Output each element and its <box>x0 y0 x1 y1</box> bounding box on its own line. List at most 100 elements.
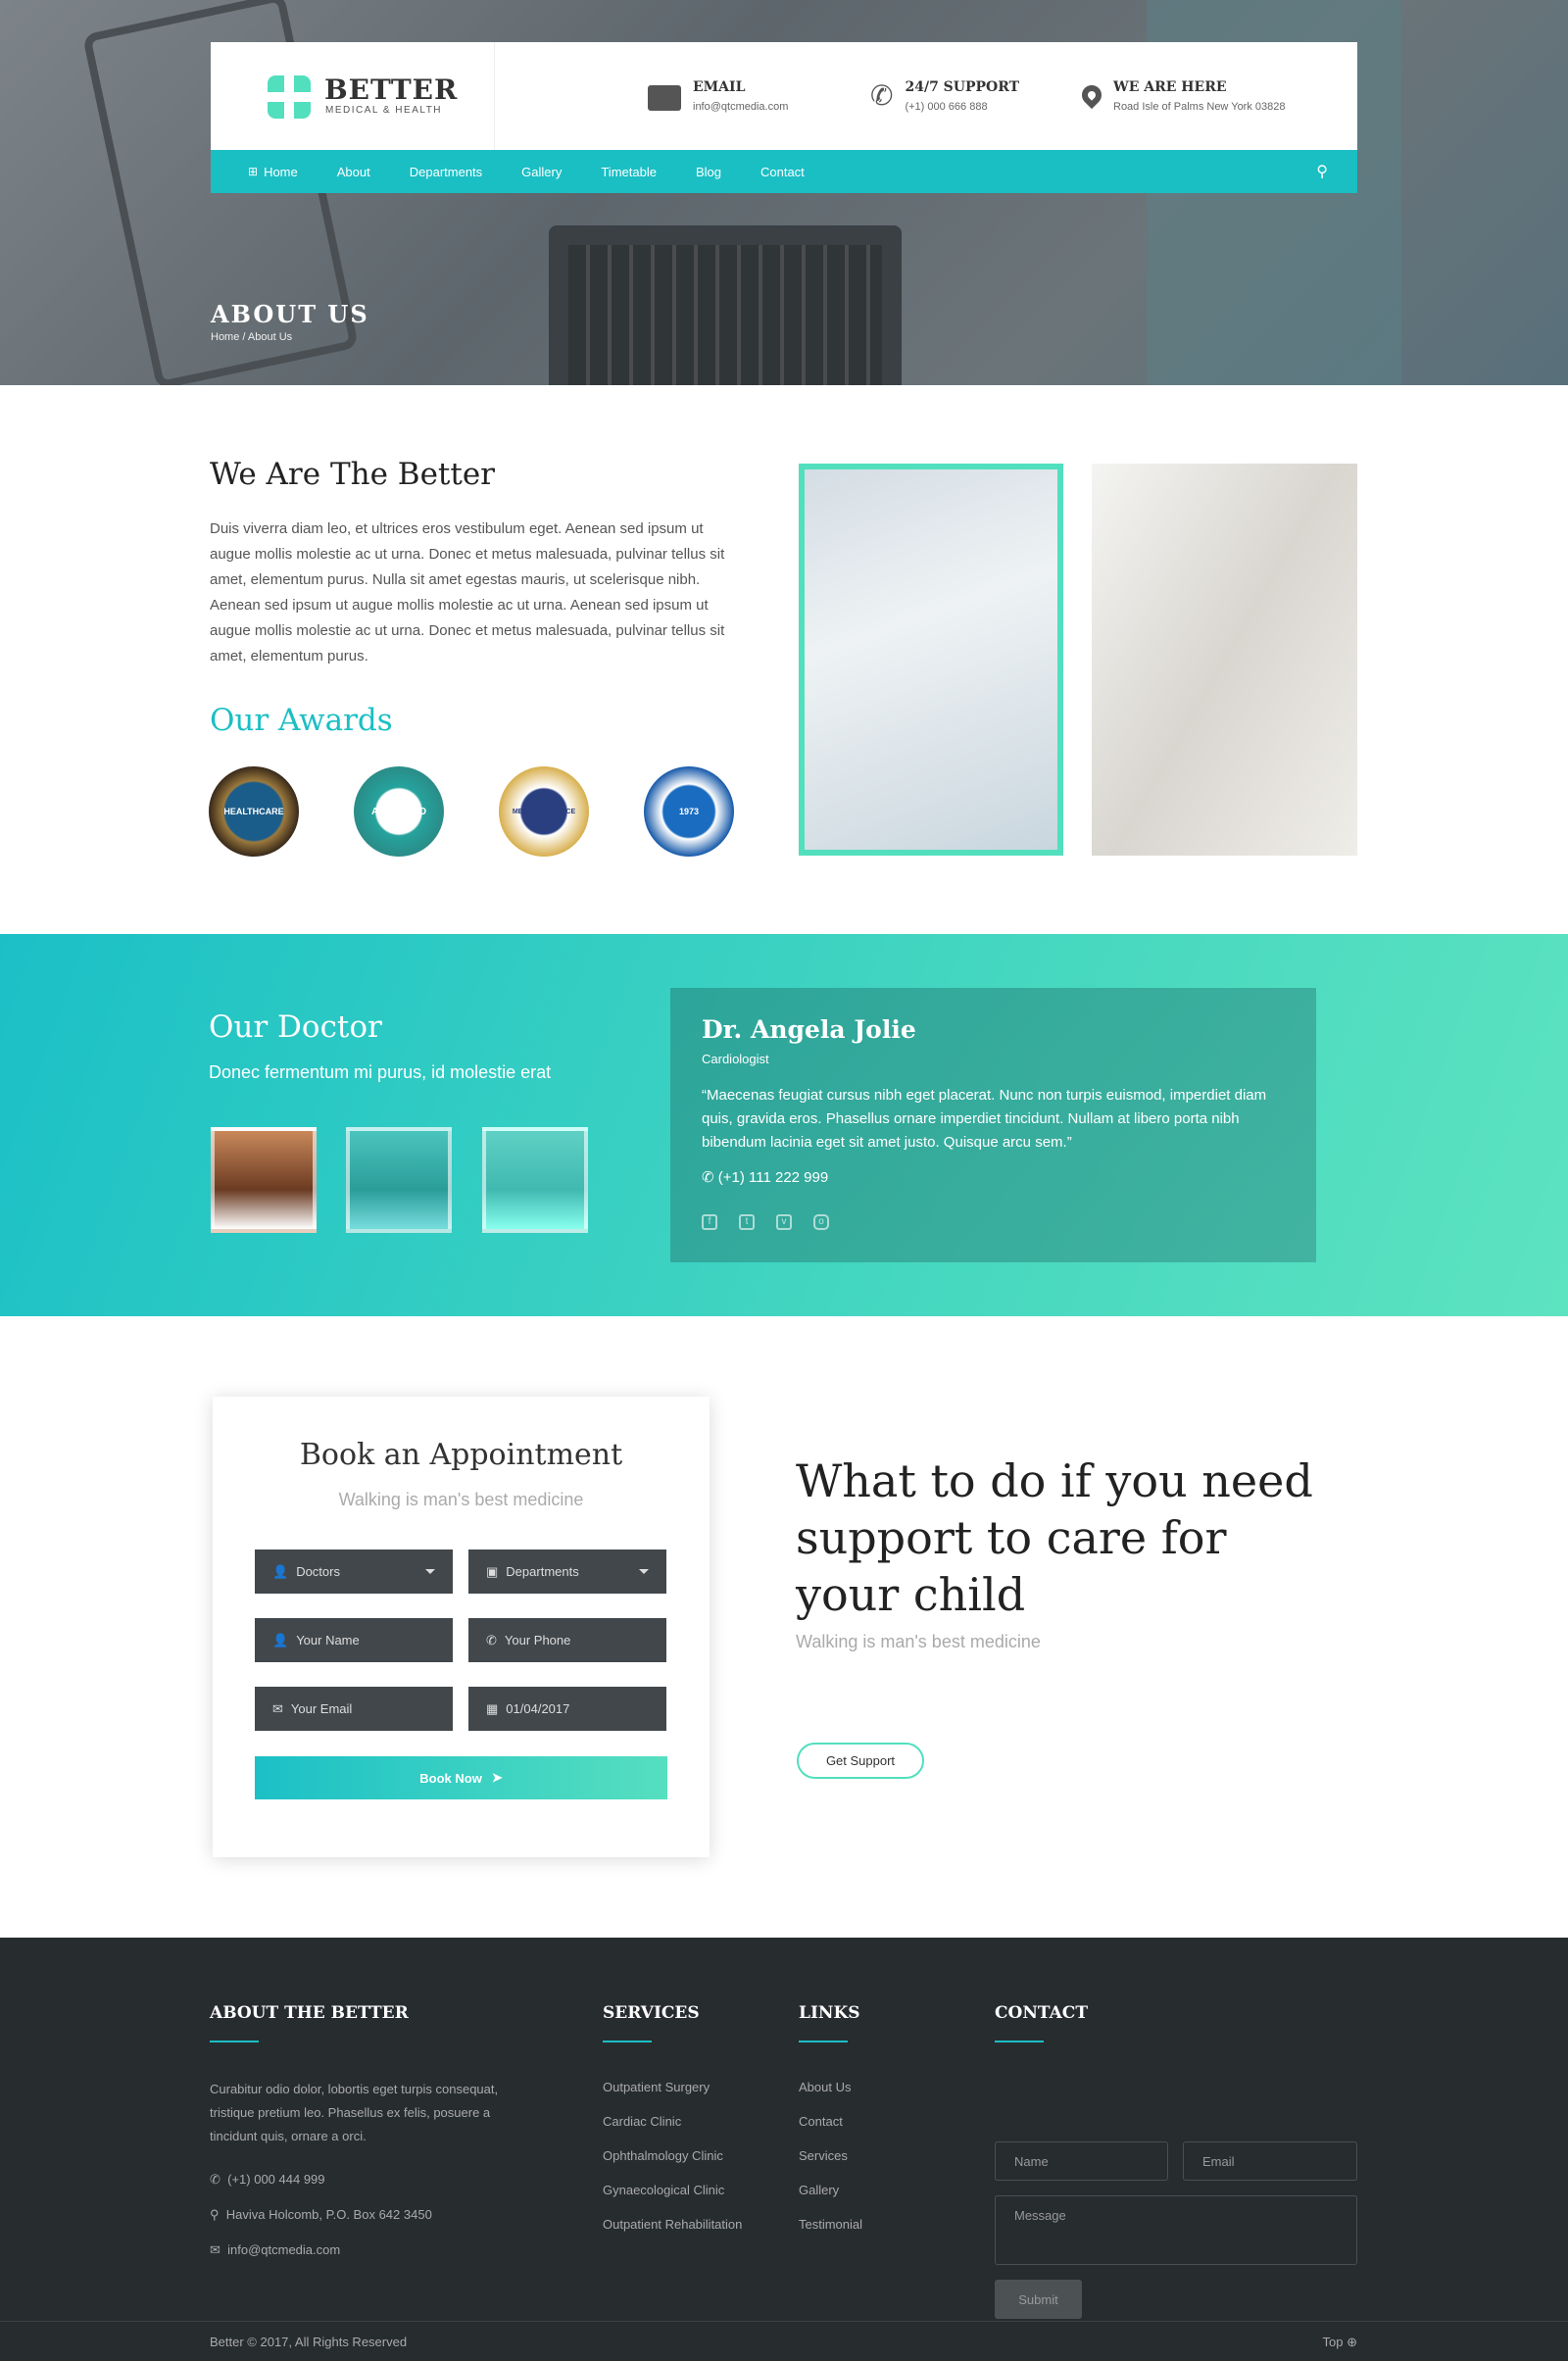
support-title: 24/7 SUPPORT <box>905 79 1020 95</box>
map-pin-icon: ⚲ <box>210 2207 226 2222</box>
footer-about-title: ABOUT THE BETTER <box>210 2003 409 2023</box>
name-input[interactable]: 👤 Your Name <box>255 1618 453 1662</box>
divider <box>799 2041 848 2042</box>
footer-link[interactable]: Services <box>799 2148 862 2163</box>
calendar-icon: ▦ <box>486 1700 499 1716</box>
date-value: 01/04/2017 <box>506 1701 570 1716</box>
awards-title: Our Awards <box>210 703 393 738</box>
map-pin-icon <box>1077 80 1106 110</box>
footer-contact-title: CONTACT <box>995 2003 1088 2023</box>
phone-icon: ✆ <box>870 80 894 111</box>
footer-message-input[interactable]: Message <box>995 2195 1357 2265</box>
footer-link[interactable]: Gallery <box>799 2183 862 2197</box>
footer-name-input[interactable]: Name <box>995 2141 1168 2181</box>
nav-departments[interactable]: Departments <box>410 165 482 179</box>
doctor-thumbnail[interactable] <box>211 1127 317 1233</box>
breadcrumb[interactable]: Home / About Us <box>211 331 292 343</box>
book-now-button[interactable]: Book Now ➤ <box>255 1756 667 1799</box>
doctor-thumbnail[interactable] <box>482 1127 588 1233</box>
email-input[interactable]: ✉ Your Email <box>255 1687 453 1731</box>
appointment-title: Book an Appointment <box>299 1438 623 1472</box>
footer-link[interactable]: Contact <box>799 2114 862 2129</box>
hero-image <box>568 245 882 385</box>
logo[interactable]: BETTER MEDICAL & HEALTH <box>211 42 495 150</box>
nav-timetable[interactable]: Timetable <box>601 165 657 179</box>
instagram-icon[interactable]: o <box>813 1214 829 1230</box>
footer-link[interactable]: About Us <box>799 2080 862 2094</box>
footer-service-link[interactable]: Cardiac Clinic <box>603 2114 742 2129</box>
get-support-button[interactable]: Get Support <box>797 1743 924 1779</box>
footer-service-link[interactable]: Outpatient Rehabilitation <box>603 2217 742 2232</box>
logo-tagline: MEDICAL & HEALTH <box>325 105 443 116</box>
nav-gallery[interactable]: Gallery <box>521 165 562 179</box>
back-to-top-button[interactable]: Top ⊕ <box>1323 2335 1358 2350</box>
user-icon: 👤 <box>272 1632 289 1648</box>
appointment-subtitle: Walking is man's best medicine <box>338 1490 584 1509</box>
doctors-select[interactable]: 👤 Doctors <box>255 1549 453 1594</box>
doctors-select-value: Doctors <box>296 1564 340 1579</box>
footer-about-text: Curabitur odio dolor, lobortis eget turp… <box>210 2082 499 2143</box>
doctor-lab-photo <box>799 464 1063 856</box>
nav-home[interactable]: Home <box>264 165 298 179</box>
main-nav: ⊞ Home About Departments Gallery Timetab… <box>211 150 1357 193</box>
caret-down-icon <box>425 1569 435 1579</box>
departments-select-value: Departments <box>506 1564 579 1579</box>
header-support: ✆ 24/7 SUPPORT (+1) 000 666 888 <box>870 79 1019 113</box>
email-placeholder: Your Email <box>290 1701 353 1716</box>
footer-link[interactable]: Testimonial <box>799 2217 862 2232</box>
footer: ABOUT THE BETTER Curabitur odio dolor, l… <box>0 1938 1568 2361</box>
departments-select[interactable]: ▣ Departments <box>468 1549 666 1594</box>
nav-about[interactable]: About <box>337 165 370 179</box>
location-title: WE ARE HERE <box>1113 79 1227 95</box>
twitter-icon[interactable]: t <box>739 1214 755 1230</box>
doctor-quote: “Maecenas feugiat cursus nibh eget place… <box>702 1087 1267 1151</box>
page-title: ABOUT US <box>211 300 369 328</box>
site-header: BETTER MEDICAL & HEALTH EMAIL info@qtcmed… <box>211 42 1357 193</box>
facebook-icon[interactable]: f <box>702 1214 717 1230</box>
phone-input[interactable]: ✆ Your Phone <box>468 1618 666 1662</box>
footer-service-link[interactable]: Outpatient Surgery <box>603 2080 742 2094</box>
footer-address: Haviva Holcomb, P.O. Box 642 3450 <box>225 2207 432 2222</box>
copyright: Better © 2017, All Rights Reserved <box>210 2335 408 2349</box>
location-value: Road Isle of Palms New York 03828 <box>1113 101 1286 113</box>
name-placeholder: Your Name <box>296 1633 360 1648</box>
phone-placeholder: Your Phone <box>504 1633 571 1648</box>
support-title: What to do if you need support to care f… <box>796 1454 1313 1621</box>
footer-services-title: SERVICES <box>603 2003 700 2023</box>
doctor-phone: (+1) 111 222 999 <box>717 1169 829 1186</box>
header-email: EMAIL info@qtcmedia.com <box>648 79 788 113</box>
phone-icon: ✆ <box>210 2172 228 2187</box>
book-now-label: Book Now <box>419 1770 482 1786</box>
footer-service-link[interactable]: Gynaecological Clinic <box>603 2183 742 2197</box>
award-badge: APPROVED <box>354 766 444 857</box>
divider <box>995 2041 1044 2042</box>
email-value[interactable]: info@qtcmedia.com <box>693 101 788 113</box>
doctor-thumbnail[interactable] <box>346 1127 452 1233</box>
envelope-icon: ✉ <box>210 2242 228 2257</box>
footer-email[interactable]: info@qtcmedia.com <box>227 2242 340 2257</box>
award-badge: 1973 <box>644 766 734 857</box>
footer-email-input[interactable]: Email <box>1183 2141 1357 2181</box>
doctor-name: Dr. Angela Jolie <box>702 1015 916 1044</box>
support-value: (+1) 000 666 888 <box>905 101 988 113</box>
award-badge: HEALTHCARE <box>209 766 299 857</box>
top-label: Top <box>1322 2335 1344 2349</box>
nav-blog[interactable]: Blog <box>696 165 721 179</box>
awards-list: HEALTHCARE APPROVED MEDICAL SERVICE 1973 <box>209 766 734 857</box>
footer-submit-button[interactable]: Submit <box>995 2280 1082 2319</box>
email-title: EMAIL <box>693 79 746 95</box>
search-icon[interactable]: ⚲ <box>1316 162 1328 181</box>
logo-name: BETTER <box>324 74 459 106</box>
date-input[interactable]: ▦ 01/04/2017 <box>468 1687 666 1731</box>
nav-contact[interactable]: Contact <box>760 165 805 179</box>
phone-icon: ✆ <box>486 1632 497 1648</box>
vimeo-icon[interactable]: v <box>776 1214 792 1230</box>
doctor-role: Cardiologist <box>702 1052 769 1066</box>
paper-plane-icon: ➤ <box>491 1770 503 1785</box>
appointment-form: Book an Appointment Walking is man's bes… <box>213 1397 710 1857</box>
footer-service-link[interactable]: Ophthalmology Clinic <box>603 2148 742 2163</box>
cross-logo-icon <box>268 75 311 119</box>
home-icon: ⊞ <box>248 165 259 178</box>
doctor-section-subtitle: Donec fermentum mi purus, id molestie er… <box>209 1062 552 1082</box>
doctor-section-title: Our Doctor <box>209 1009 382 1045</box>
